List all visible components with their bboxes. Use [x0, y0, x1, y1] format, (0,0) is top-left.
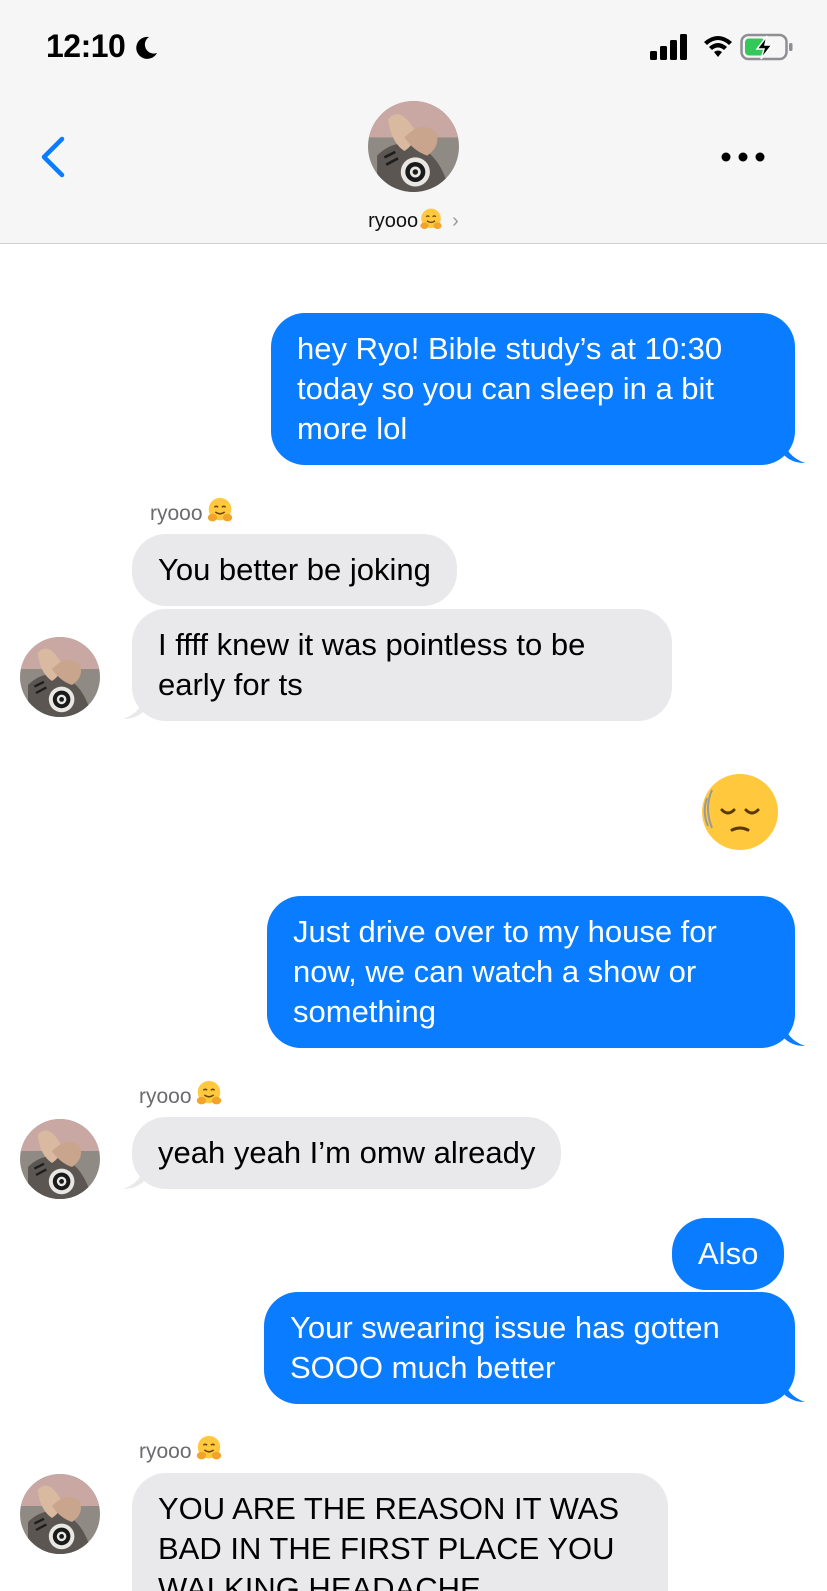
sent-message-bubble[interactable]: hey Ryo! Bible study’s at 10:30 today so… — [271, 313, 795, 465]
sender-label: ryooo — [150, 496, 235, 526]
battery-charging-icon — [740, 33, 793, 61]
message-line: I ffff knew it was pointless to be — [158, 627, 586, 662]
sent-message-bubble[interactable]: Also — [672, 1218, 785, 1290]
sent-message-bubble[interactable]: Your swearing issue has gotten SOOO much… — [264, 1292, 795, 1404]
received-message-bubble[interactable]: yeah yeah I’m omw already — [132, 1117, 562, 1189]
cellular-signal-icon — [650, 34, 687, 60]
message-line: SOOO much better — [290, 1350, 556, 1385]
sent-bubble-tail — [783, 436, 805, 463]
received-message-bubble[interactable]: I ffff knew it was pointless to be early… — [132, 609, 672, 721]
status-time: 12:10 — [46, 28, 126, 64]
sender-label: ryooo — [139, 1434, 224, 1464]
sent-bubble-tail — [783, 1019, 805, 1046]
message-line: something — [293, 994, 437, 1029]
message-line: hey Ryo! Bible study’s at 10:30 — [297, 331, 723, 366]
sender-avatar[interactable] — [20, 637, 100, 717]
sad-relieved-face-emoji[interactable] — [698, 768, 782, 852]
hugging-face-emoji — [205, 496, 235, 526]
sender-avatar[interactable] — [20, 1119, 100, 1199]
sent-bubble-tail — [783, 1375, 805, 1402]
sent-message-bubble[interactable]: Just drive over to my house for now, we … — [267, 896, 795, 1048]
status-bar: 12:10 — [0, 0, 827, 95]
message-line: now, we can watch a show or — [293, 954, 697, 989]
message-line: Just drive over to my house for — [293, 914, 717, 949]
message-line: more lol — [297, 411, 408, 446]
sender-label: ryooo — [139, 1079, 224, 1109]
chevron-right-icon: › — [452, 210, 459, 232]
contact-name-row: ryooo › — [340, 207, 487, 233]
message-line: early for ts — [158, 667, 303, 702]
hugging-face-emoji — [194, 1079, 224, 1109]
contact-avatar — [368, 101, 459, 192]
received-bubble-tail — [123, 1162, 145, 1189]
received-message-bubble[interactable]: You better be joking — [132, 534, 457, 606]
message-line: yeah yeah I’m omw already — [158, 1135, 536, 1170]
more-options-icon[interactable] — [718, 147, 768, 167]
contact-name: ryooo — [368, 210, 419, 232]
message-line: Your swearing issue has gotten — [290, 1310, 720, 1345]
received-message-bubble[interactable]: YOU ARE THE REASON IT WAS BAD IN THE FIR… — [132, 1473, 668, 1591]
sender-avatar[interactable] — [20, 1474, 100, 1554]
contact-info-button[interactable]: ryooo › — [340, 101, 487, 237]
hugging-face-emoji — [418, 207, 444, 233]
message-line: BAD IN THE FIRST PLACE YOU — [158, 1531, 615, 1566]
message-line: WALKING HEADACHE — [158, 1571, 481, 1591]
wifi-icon — [704, 36, 732, 57]
message-line: You better be joking — [158, 552, 431, 587]
message-line: today so you can sleep in a bit — [297, 371, 715, 406]
back-chevron-icon[interactable] — [38, 135, 68, 179]
moon-icon — [136, 36, 157, 59]
message-line: YOU ARE THE REASON IT WAS — [158, 1491, 620, 1526]
message-line: Also — [698, 1236, 759, 1271]
conversation-header: ryooo › — [0, 95, 827, 244]
hugging-face-emoji — [194, 1434, 224, 1464]
received-bubble-tail — [123, 692, 145, 719]
